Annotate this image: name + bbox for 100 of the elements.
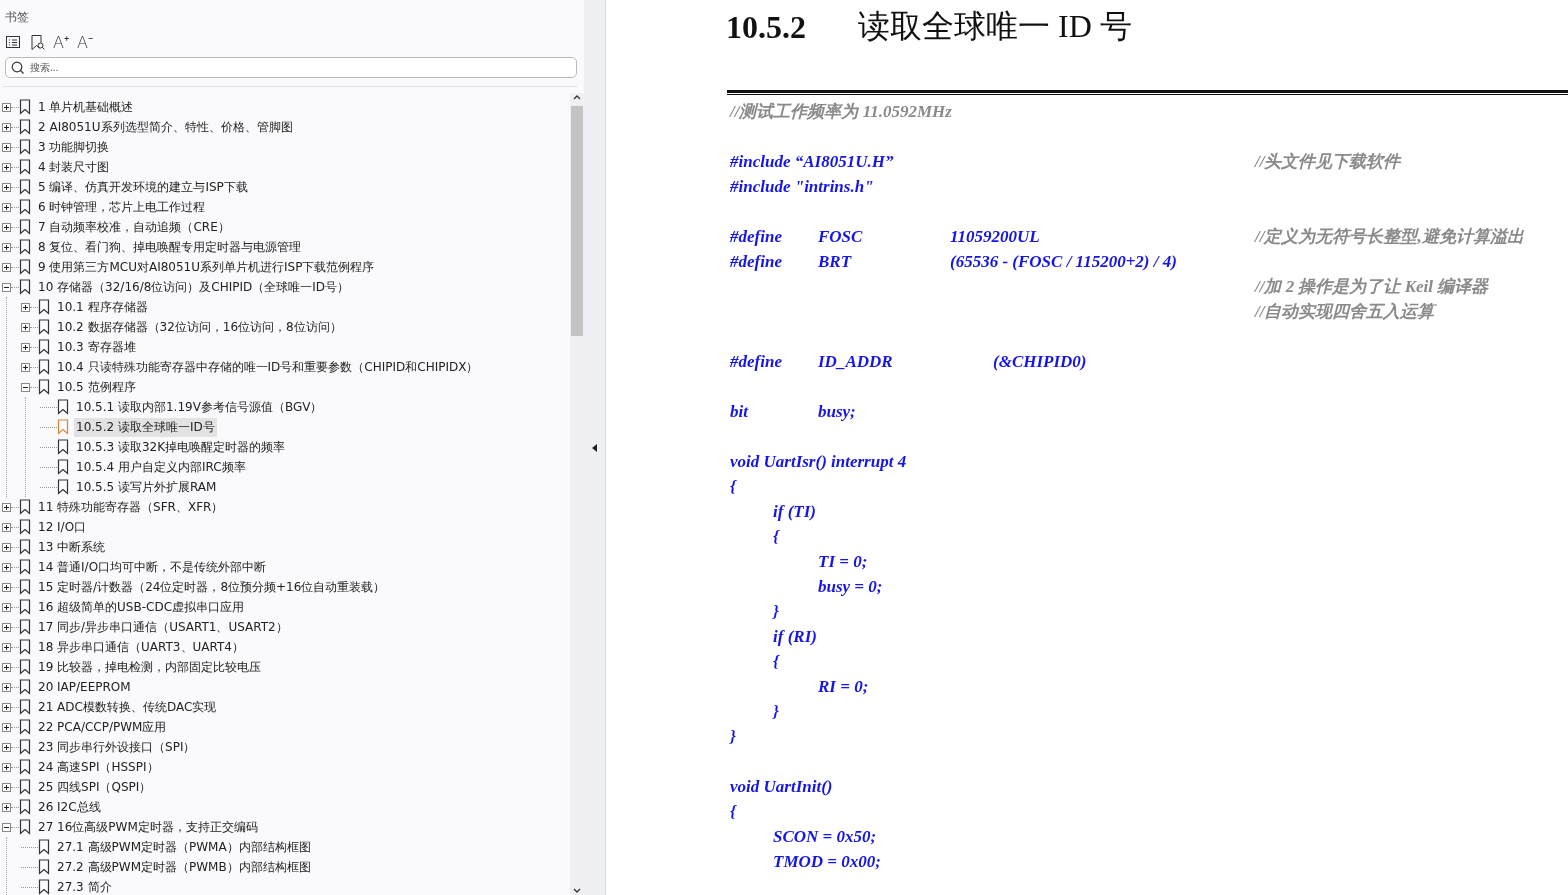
bookmark-item[interactable]: 1 单片机基础概述 xyxy=(36,97,136,117)
bookmark-item[interactable]: 27.1 高级PWM定时器（PWMA）内部结构框图 xyxy=(55,837,313,857)
plus-icon xyxy=(3,103,10,111)
expand-toggle[interactable] xyxy=(2,502,11,512)
bookmark-item[interactable]: 6 时钟管理，芯片上电工作过程 xyxy=(36,197,208,217)
bookmark-item[interactable]: 10.5.4 用户自定义内部IRC频率 xyxy=(74,457,248,477)
bookmark-item[interactable]: 10.5.5 读写片外扩展RAM xyxy=(74,477,219,497)
expand-toggle[interactable] xyxy=(2,562,11,572)
expand-toggle[interactable] xyxy=(2,122,11,132)
scroll-thumb[interactable] xyxy=(571,106,583,336)
decrease-font-button[interactable]: A⁻ xyxy=(77,33,93,51)
expand-toggle[interactable] xyxy=(2,282,11,292)
bookmark-item[interactable]: 12 I/O口 xyxy=(36,517,89,537)
expand-toggle[interactable] xyxy=(2,702,11,712)
expand-toggle[interactable] xyxy=(2,782,11,792)
bookmark-item[interactable]: 5 编译、仿真开发环境的建立与ISP下载 xyxy=(36,177,250,197)
bookmark-item[interactable]: 21 ADC模数转换、传统DAC实现 xyxy=(36,697,219,717)
bookmark-item[interactable]: 13 中断系统 xyxy=(36,537,108,557)
expand-toggle[interactable] xyxy=(2,542,11,552)
expand-toggle[interactable] xyxy=(2,222,11,232)
plus-icon xyxy=(3,703,10,711)
expand-toggle[interactable] xyxy=(2,202,11,212)
bookmark-item[interactable]: 27.3 简介 xyxy=(55,877,114,895)
bookmark-item[interactable]: 24 高速SPI（HSSPI） xyxy=(36,757,161,777)
expand-toggle[interactable] xyxy=(2,822,11,832)
bookmark-item[interactable]: 2 AI8051U系列选型简介、特性、价格、管脚图 xyxy=(36,117,295,137)
expand-toggle[interactable] xyxy=(2,102,11,112)
increase-font-button[interactable]: A⁺ xyxy=(53,33,69,51)
bookmark-item[interactable]: 18 异步串口通信（UART3、UART4） xyxy=(36,637,246,657)
expand-toggle[interactable] xyxy=(2,662,11,672)
expand-toggle[interactable] xyxy=(21,382,30,392)
bookmark-item[interactable]: 10.2 数据存储器（32位访问，16位访问，8位访问） xyxy=(55,317,344,337)
plus-icon xyxy=(3,803,10,811)
bookmark-item[interactable]: 16 超级简单的USB-CDC虚拟串口应用 xyxy=(36,597,247,617)
expand-toggle[interactable] xyxy=(2,522,11,532)
bookmark-item[interactable]: 11 特殊功能寄存器（SFR、XFR） xyxy=(36,497,226,517)
collapse-icon[interactable] xyxy=(591,442,598,453)
code-token: (65536 - (FOSC / 115200+2) / 4) xyxy=(950,251,1177,272)
bookmark-item[interactable]: 10 存储器（32/16/8位访问）及CHIPID（全球唯一ID号） xyxy=(36,277,352,297)
expand-toggle[interactable] xyxy=(2,802,11,812)
expand-toggle[interactable] xyxy=(2,762,11,772)
expand-toggle[interactable] xyxy=(2,722,11,732)
plus-icon xyxy=(3,523,10,531)
search-icon xyxy=(11,61,24,74)
expand-toggle[interactable] xyxy=(21,322,30,332)
bookmark-item[interactable]: 14 普通I/O口均可中断，不是传统外部中断 xyxy=(36,557,269,577)
bookmark-item[interactable]: 19 比较器，掉电检测，内部固定比较电压 xyxy=(36,657,264,677)
bookmark-item[interactable]: 15 定时器/计数器（24位定时器，8位预分频+16位自动重装载） xyxy=(36,577,388,597)
bookmark-item[interactable]: 10.5.1 读取内部1.19V参考信号源值（BGV） xyxy=(74,397,325,417)
code-line: { xyxy=(730,801,736,822)
expand-toggle[interactable] xyxy=(21,342,30,352)
expand-toggle[interactable] xyxy=(2,642,11,652)
code-line: { xyxy=(730,476,736,497)
code-line: { xyxy=(773,526,779,547)
bookmark-item[interactable]: 3 功能脚切换 xyxy=(36,137,112,157)
outline-view-button[interactable] xyxy=(5,33,21,51)
bookmark-item[interactable]: 22 PCA/CCP/PWM应用 xyxy=(36,717,169,737)
search-field[interactable]: 搜索... xyxy=(5,57,577,78)
bookmark-search-button[interactable] xyxy=(29,33,45,51)
expand-toggle[interactable] xyxy=(2,162,11,172)
expand-toggle[interactable] xyxy=(21,302,30,312)
expand-toggle[interactable] xyxy=(21,362,30,372)
plus-icon xyxy=(3,783,10,791)
bookmark-item[interactable]: 4 封装尺寸图 xyxy=(36,157,112,177)
code-line: } xyxy=(773,601,779,622)
expand-toggle[interactable] xyxy=(2,602,11,612)
code-token: (&CHIPID0) xyxy=(993,351,1087,372)
expand-toggle[interactable] xyxy=(2,682,11,692)
panel-title: 书签 xyxy=(4,9,30,26)
plus-icon xyxy=(22,363,29,371)
expand-toggle[interactable] xyxy=(2,182,11,192)
expand-toggle[interactable] xyxy=(2,262,11,272)
bookmark-item[interactable]: 27.2 高级PWM定时器（PWMB）内部结构框图 xyxy=(55,857,313,877)
code-line: busy = 0; xyxy=(818,576,883,597)
expand-toggle[interactable] xyxy=(2,582,11,592)
scroll-up-icon xyxy=(572,93,582,102)
bookmark-item[interactable]: 25 四线SPI（QSPI） xyxy=(36,777,154,797)
heading-title: 读取全球唯一 ID 号 xyxy=(858,7,1132,46)
plus-icon xyxy=(3,503,10,511)
bookmark-item[interactable]: 10.5.2 读取全球唯一ID号 xyxy=(74,417,217,437)
scrollbar[interactable] xyxy=(570,93,584,895)
bookmark-item[interactable]: 8 复位、看门狗、掉电唤醒专用定时器与电源管理 xyxy=(36,237,304,257)
bookmark-item[interactable]: 10.5.3 读取32K掉电唤醒定时器的频率 xyxy=(74,437,288,457)
bookmark-item[interactable]: 7 自动频率校准，自动追频（CRE） xyxy=(36,217,232,237)
bookmark-item[interactable]: 20 IAP/EEPROM xyxy=(36,679,133,695)
expand-toggle[interactable] xyxy=(2,142,11,152)
expand-toggle[interactable] xyxy=(2,622,11,632)
bookmark-item[interactable]: 27 16位高级PWM定时器，支持正交编码 xyxy=(36,817,260,837)
bookmark-item[interactable]: 26 I2C总线 xyxy=(36,797,103,817)
expand-toggle[interactable] xyxy=(2,742,11,752)
bookmark-item[interactable]: 23 同步串行外设接口（SPI） xyxy=(36,737,198,757)
expand-toggle[interactable] xyxy=(2,242,11,252)
bookmark-item[interactable]: 10.3 寄存器堆 xyxy=(55,337,138,357)
code-line: } xyxy=(730,726,736,747)
bookmark-item[interactable]: 10.5 范例程序 xyxy=(55,377,138,397)
bookmark-item[interactable]: 17 同步/异步串口通信（USART1、USART2） xyxy=(36,617,290,637)
bookmark-item[interactable]: 9 使用第三方MCU对AI8051U系列单片机进行ISP下载范例程序 xyxy=(36,257,377,277)
plus-icon xyxy=(3,683,10,691)
bookmark-item[interactable]: 10.4 只读特殊功能寄存器中存储的唯一ID号和重要参数（CHIPID和CHIPIDX） xyxy=(55,357,481,377)
bookmark-item[interactable]: 10.1 程序存储器 xyxy=(55,297,150,317)
